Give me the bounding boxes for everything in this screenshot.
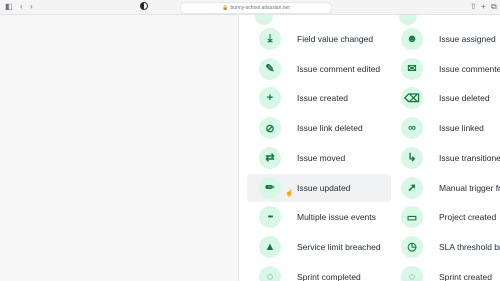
transition-icon: ↳ bbox=[401, 146, 423, 169]
mouse-pointer-icon: ☝ bbox=[285, 190, 294, 197]
comment-edit-icon: ✎ bbox=[259, 57, 281, 80]
comment-icon: ✉ bbox=[401, 57, 423, 80]
trigger-label: Sprint completed bbox=[297, 271, 361, 281]
trash-icon: ⌫ bbox=[401, 87, 423, 110]
person-icon: ☻ bbox=[401, 28, 423, 50]
trigger-item[interactable]: ⌫ Issue deleted bbox=[389, 84, 500, 112]
trigger-label: Multiple issue events bbox=[297, 212, 376, 223]
arrows-icon: ⇄ bbox=[259, 146, 281, 169]
trigger-item[interactable]: ✉ Issue commented bbox=[389, 55, 500, 83]
trigger-item[interactable]: ✎ Issue comment edited bbox=[247, 55, 391, 83]
link-broken-icon: ⊘ bbox=[259, 117, 281, 140]
trigger-label: Service limit breached bbox=[297, 241, 381, 252]
trigger-label: Issue linked bbox=[439, 123, 484, 134]
share-icon[interactable]: ⇧ bbox=[470, 2, 477, 12]
link-icon: ∞ bbox=[401, 117, 423, 140]
trigger-label: Issue assigned bbox=[439, 34, 496, 44]
trigger-label: Issue comment edited bbox=[297, 63, 381, 74]
trigger-label: Issue moved bbox=[297, 152, 346, 163]
left-pane bbox=[0, 15, 238, 281]
pencil-icon: ✏ bbox=[259, 176, 281, 199]
plus-icon: + bbox=[259, 87, 281, 110]
sidebar-toggle-icon[interactable]: ◧ bbox=[5, 2, 13, 12]
trigger-item[interactable]: ◷ SLA threshold breache bbox=[389, 233, 500, 261]
trigger-label: Issue updated bbox=[297, 182, 351, 193]
dots-icon: ••• bbox=[259, 206, 281, 229]
warning-icon: ▲ bbox=[259, 235, 281, 258]
trigger-label: Field value changed bbox=[297, 34, 374, 44]
trigger-label: Issue link deleted bbox=[297, 123, 363, 134]
trigger-item[interactable]: + Issue created bbox=[247, 84, 391, 112]
back-icon[interactable]: ‹ bbox=[20, 2, 23, 12]
trigger-item[interactable]: ☻ Issue assigned bbox=[389, 25, 500, 53]
trigger-item[interactable]: ••• Multiple issue events bbox=[247, 203, 391, 231]
trigger-item[interactable]: ⤓ Field value changed bbox=[247, 25, 391, 53]
trigger-label: Issue deleted bbox=[439, 93, 490, 104]
browser-toolbar: ◧ ‹ › 🔒 bunny-school.atlassian.net ⇧ + ⧉ bbox=[0, 0, 500, 15]
sprint-icon: ◌ bbox=[401, 265, 423, 281]
trigger-item[interactable]: ✏ Issue updated bbox=[247, 173, 391, 202]
sprint-icon: ◌ bbox=[259, 265, 281, 281]
trigger-icon-partial bbox=[255, 15, 273, 25]
trigger-item[interactable]: ⇄ Issue moved bbox=[247, 144, 391, 172]
trigger-label: Issue commented bbox=[439, 63, 500, 74]
tab-group-icon[interactable] bbox=[140, 2, 148, 10]
trigger-item[interactable]: ∞ Issue linked bbox=[389, 114, 500, 142]
trigger-label: Issue created bbox=[297, 93, 349, 104]
trigger-label: SLA threshold breache bbox=[439, 241, 500, 252]
trigger-icon-partial bbox=[399, 15, 417, 25]
trigger-item[interactable]: ▲ Service limit breached bbox=[247, 233, 391, 261]
forward-icon[interactable]: › bbox=[30, 2, 33, 12]
trigger-item[interactable]: ▭ Project created bbox=[389, 203, 500, 231]
trigger-label: Manual trigger from iss bbox=[439, 182, 500, 193]
address-bar[interactable]: 🔒 bunny-school.atlassian.net bbox=[180, 2, 332, 14]
trigger-item[interactable]: ↳ Issue transitioned bbox=[389, 144, 500, 172]
trigger-item[interactable]: ◌ Sprint completed bbox=[247, 263, 391, 281]
folder-icon: ▭ bbox=[401, 206, 423, 229]
cursor-click-icon: ➚ bbox=[401, 176, 423, 199]
trigger-item[interactable]: ◌ Sprint created bbox=[389, 263, 500, 281]
tab-overview-icon[interactable]: ⧉ bbox=[491, 2, 497, 12]
lock-icon: 🔒 bbox=[222, 5, 229, 11]
new-tab-icon[interactable]: + bbox=[481, 2, 486, 12]
download-icon: ⤓ bbox=[259, 28, 281, 50]
trigger-grid: ⤓ Field value changed ✎ Issue comment edite… bbox=[239, 15, 500, 281]
trigger-item[interactable]: ➚ Manual trigger from iss bbox=[389, 174, 500, 202]
clock-icon: ◷ bbox=[401, 235, 423, 258]
trigger-label: Sprint created bbox=[439, 271, 492, 281]
trigger-item[interactable]: ⊘ Issue link deleted bbox=[247, 114, 391, 142]
trigger-label: Issue transitioned bbox=[439, 152, 500, 163]
address-text: bunny-school.atlassian.net bbox=[230, 5, 290, 11]
trigger-label: Project created bbox=[439, 212, 497, 223]
